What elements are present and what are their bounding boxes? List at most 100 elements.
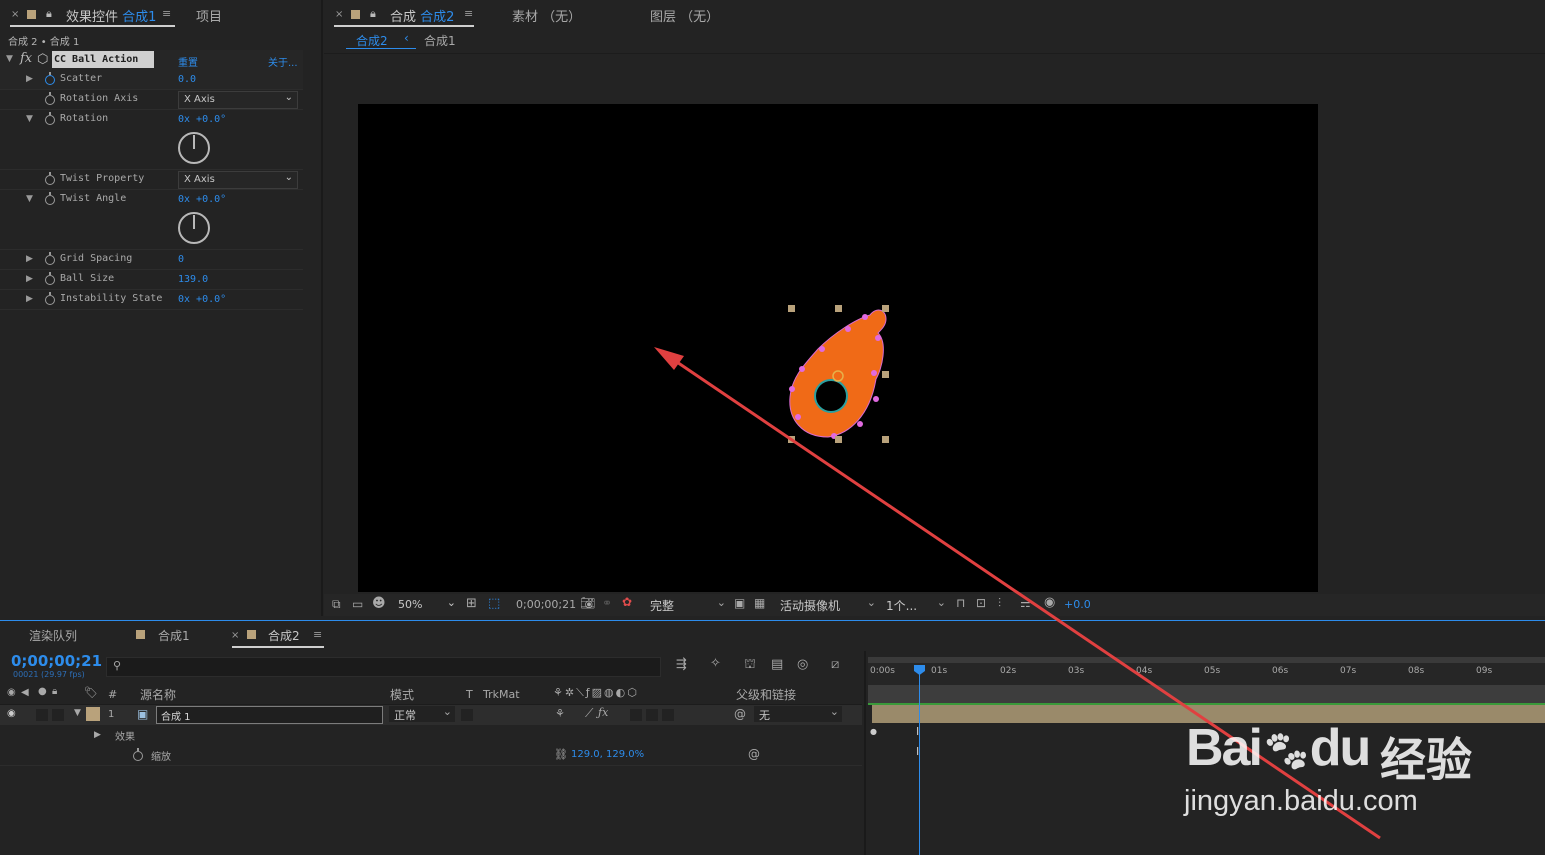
column-source-name[interactable]: 源名称 <box>140 686 176 703</box>
close-tab-icon[interactable]: × <box>231 630 239 641</box>
close-tab-icon[interactable]: × <box>11 9 19 20</box>
expand-triangle-icon[interactable]: ▶ <box>26 254 33 264</box>
mask-icon[interactable]: ☻ <box>372 596 386 611</box>
composition-canvas[interactable] <box>358 104 1318 592</box>
frame-blending-icon[interactable]: ▤ <box>771 657 783 672</box>
tab-effect-controls[interactable]: 效果控件 合成1 <box>66 6 156 25</box>
close-tab-icon[interactable]: × <box>335 9 343 20</box>
expand-triangle-icon[interactable]: ▶ <box>26 294 33 304</box>
expand-triangle-icon[interactable]: ▼ <box>26 114 33 124</box>
fx-switch-icon[interactable]: ƒx <box>598 706 608 719</box>
property-value[interactable]: 0 <box>178 254 184 265</box>
flowchart-icon[interactable]: ⚎ <box>1020 596 1031 610</box>
switch-box[interactable] <box>662 709 674 721</box>
tab-project[interactable]: 项目 <box>196 6 222 25</box>
label-color-box[interactable] <box>86 707 100 721</box>
tab-comp2[interactable]: 合成2 <box>268 627 300 644</box>
expand-triangle-icon[interactable]: ▼ <box>6 54 13 64</box>
label-icon[interactable]: 🏷︎ <box>84 686 98 699</box>
stopwatch-icon[interactable] <box>45 252 55 265</box>
viewer-timecode[interactable]: 0;00;00;21 <box>516 598 576 611</box>
region-icon[interactable]: ⬚ <box>488 596 500 611</box>
expand-triangle-icon[interactable]: ▶ <box>94 730 101 740</box>
expression-pickwhip-icon[interactable]: @ <box>748 747 760 761</box>
stopwatch-icon[interactable] <box>45 192 55 205</box>
effect-name-label[interactable]: CC Ball Action <box>52 51 154 68</box>
property-value[interactable]: 139.0 <box>178 274 208 285</box>
roi-icon[interactable]: ▣ <box>734 596 745 610</box>
draft-3d-icon[interactable]: ✧ <box>710 656 721 671</box>
motion-blur-icon[interactable]: ◎ <box>797 657 808 672</box>
expand-triangle-icon[interactable]: ▶ <box>26 74 33 84</box>
quality-switch-icon[interactable]: ⟋ <box>585 706 593 721</box>
current-time-indicator[interactable] <box>919 665 920 855</box>
views-dropdown[interactable]: 1个... ⌄ <box>882 596 948 613</box>
keyframe-dot[interactable]: ● <box>870 727 877 736</box>
effect-header-row[interactable]: ▼ fx ⬡ CC Ball Action 重置 关于... <box>0 50 303 70</box>
exposure-icon[interactable]: ◉ <box>1044 595 1055 610</box>
toggle-view-icon[interactable]: ⊓ <box>956 596 965 610</box>
property-value[interactable]: 0x +0.0° <box>178 194 226 205</box>
transform-handle[interactable] <box>835 436 842 443</box>
transform-handle[interactable] <box>788 305 795 312</box>
solo-icon[interactable]: ● <box>38 686 47 697</box>
grid-icon[interactable]: ⊞ <box>466 596 477 611</box>
scale-row[interactable]: 缩放 ⛓︎ 129.0, 129.0% @ <box>0 745 862 766</box>
transform-handle[interactable] <box>788 436 795 443</box>
eye-icon[interactable]: ◉ <box>7 687 16 698</box>
color-channel-icon[interactable]: ✿ <box>622 595 632 609</box>
stopwatch-icon[interactable] <box>133 748 143 761</box>
time-ruler[interactable]: 0:00s 01s 02s 03s 04s 05s 06s 07s 08s 09… <box>868 663 1545 685</box>
expand-triangle-icon[interactable]: ▼ <box>26 194 33 204</box>
stopwatch-icon[interactable] <box>45 272 55 285</box>
switches-icons[interactable]: ⚘✲⟍ƒ▨◍◐⬡ <box>553 686 639 700</box>
layer-name-field[interactable]: 合成 1 <box>156 706 383 724</box>
exposure-value[interactable]: +0.0 <box>1064 598 1091 611</box>
transform-handle[interactable] <box>882 436 889 443</box>
column-mode[interactable]: 模式 <box>390 686 414 703</box>
twist-angle-dial[interactable] <box>178 212 210 244</box>
solo-box[interactable] <box>36 709 48 721</box>
panel-menu-icon[interactable]: ≡ <box>464 7 473 20</box>
twist-property-dropdown[interactable]: X Axis ⌄ <box>178 171 298 189</box>
parent-dropdown[interactable]: 无 ⌄ <box>754 705 842 722</box>
always-preview-icon[interactable]: ⧉ <box>332 597 341 612</box>
resolution-dropdown[interactable]: 完整 ⌄ <box>646 596 728 613</box>
transform-handle[interactable] <box>882 305 889 312</box>
zoom-dropdown[interactable]: 50% ⌄ <box>394 596 458 612</box>
property-value[interactable]: 0.0 <box>178 74 196 85</box>
transform-handle[interactable] <box>835 305 842 312</box>
tab-render-queue[interactable]: 渲染队列 <box>29 627 77 644</box>
panel-menu-icon[interactable]: ≡ <box>313 628 322 641</box>
property-value[interactable]: 0x +0.0° <box>178 114 226 125</box>
breadcrumb-comp1[interactable]: 合成1 <box>424 32 456 49</box>
comp-flowchart-icon[interactable]: ⇶ <box>676 657 687 672</box>
layer-search-field[interactable]: ⚲ <box>106 657 661 677</box>
layer-duration-bar[interactable] <box>872 705 1545 723</box>
monitor-icon[interactable]: ▭ <box>352 597 363 611</box>
camera-icon[interactable]: 📷︎ <box>580 596 595 610</box>
timeline-timecode[interactable]: 0;00;00;21 <box>11 652 102 670</box>
tab-comp1[interactable]: 合成1 <box>158 627 190 644</box>
graph-editor-icon[interactable]: ⧄ <box>831 657 839 672</box>
stopwatch-icon[interactable] <box>45 172 55 185</box>
lock-icon[interactable]: 🔒︎ <box>370 7 376 21</box>
audio-icon[interactable]: ◀︎ <box>21 687 29 698</box>
mode-dropdown[interactable]: 正常 ⌄ <box>389 705 455 722</box>
panel-menu-icon[interactable]: ≡ <box>162 7 171 20</box>
fx-icon[interactable]: fx <box>20 51 32 66</box>
reset-link[interactable]: 重置 <box>178 54 198 69</box>
shy-layers-icon[interactable]: ⛫ <box>744 657 756 674</box>
tab-composition[interactable]: 合成 合成2 <box>390 6 454 25</box>
layer-row[interactable]: ◉ ▼ 1 ▣ 合成 1 正常 ⌄ ⚘ ⟋ ƒx @ 无 ⌄ <box>0 705 862 725</box>
effects-group-row[interactable]: ▶ 效果 <box>0 725 862 745</box>
lock-icon[interactable]: 🔒︎ <box>46 7 52 21</box>
shape-layer-graphic[interactable] <box>778 299 898 449</box>
graph-icon[interactable]: ⫶ <box>998 596 1001 611</box>
lock-box[interactable] <box>52 709 64 721</box>
stopwatch-icon[interactable] <box>45 292 55 305</box>
shy-switch-icon[interactable]: ⚘ <box>555 707 565 720</box>
pickwhip-icon[interactable]: @ <box>734 707 746 721</box>
show-snapshot-icon[interactable]: ⚭ <box>602 596 612 610</box>
switch-box[interactable] <box>646 709 658 721</box>
